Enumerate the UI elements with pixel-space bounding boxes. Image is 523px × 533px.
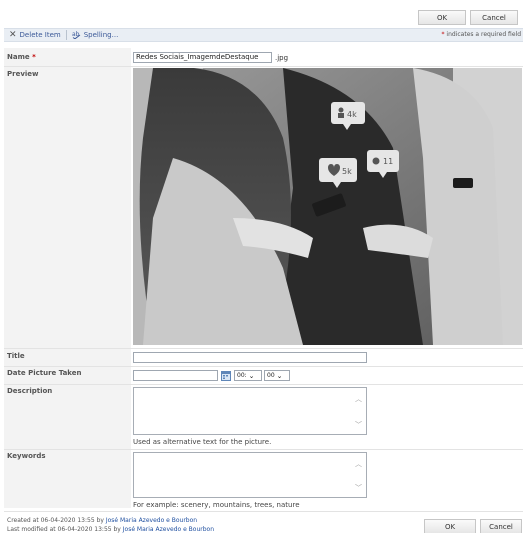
svg-text:ab: ab	[72, 31, 80, 38]
divider	[4, 384, 523, 385]
description-textarea[interactable]: ︿ ﹀	[133, 387, 367, 435]
keywords-hint: For example: scenery, mountains, trees, …	[133, 501, 300, 509]
preview-image: 4k 5k 11	[133, 68, 522, 345]
spelling-label: Spelling...	[83, 31, 119, 39]
scroll-up-icon[interactable]: ︿	[355, 459, 362, 469]
chevron-down-icon: ⌄	[248, 371, 255, 380]
cancel-button-bottom[interactable]: Cancel	[480, 519, 522, 533]
spellcheck-icon: ab	[72, 30, 81, 41]
divider	[4, 348, 523, 349]
scroll-down-icon[interactable]: ﹀	[355, 420, 362, 430]
description-label: Description	[7, 387, 53, 395]
divider	[4, 66, 523, 67]
divider	[4, 449, 523, 450]
scroll-up-icon[interactable]: ︿	[355, 394, 362, 404]
svg-text:11: 11	[383, 157, 393, 166]
cancel-button-top[interactable]: Cancel	[470, 10, 518, 25]
modified-by-link[interactable]: José Maria Azevedo e Bourbon	[123, 526, 214, 533]
ok-button-top[interactable]: OK	[418, 10, 466, 25]
delete-item-button[interactable]: ✕ Delete Item	[4, 29, 66, 40]
modified-info: Last modified at 06-04-2020 13:55 by Jos…	[7, 526, 215, 533]
name-input[interactable]: Redes Sociais_ImagemdeDestaque	[133, 52, 272, 63]
name-label: Name *	[7, 53, 36, 61]
svg-text:5k: 5k	[342, 167, 352, 176]
svg-text:4k: 4k	[347, 110, 357, 119]
calendar-icon[interactable]	[221, 370, 231, 381]
ribbon-toolbar: ✕ Delete Item ab Spelling... * indicates…	[4, 28, 523, 42]
file-extension: .jpg	[275, 54, 289, 62]
required-field-note: * indicates a required field	[441, 31, 521, 38]
preview-photo: 4k 5k 11	[133, 68, 522, 345]
ok-button-bottom[interactable]: OK	[424, 519, 476, 533]
date-input[interactable]	[133, 370, 218, 381]
spelling-button[interactable]: ab Spelling...	[67, 30, 124, 41]
delete-item-label: Delete Item	[19, 31, 61, 39]
title-label: Title	[7, 352, 25, 360]
scroll-down-icon[interactable]: ﹀	[355, 483, 362, 493]
date-taken-label: Date Picture Taken	[7, 369, 82, 377]
description-hint: Used as alternative text for the picture…	[133, 438, 272, 446]
divider	[4, 366, 523, 367]
minute-select[interactable]: 00 ⌄	[264, 370, 290, 381]
keywords-textarea[interactable]: ︿ ﹀	[133, 452, 367, 498]
keywords-label: Keywords	[7, 452, 46, 460]
created-by-link[interactable]: José Maria Azevedo e Bourbon	[106, 517, 197, 524]
x-icon: ✕	[9, 29, 17, 40]
chevron-down-icon: ⌄	[276, 371, 283, 380]
divider	[4, 511, 523, 512]
title-input[interactable]	[133, 352, 367, 363]
preview-label: Preview	[7, 70, 39, 78]
created-info: Created at 06-04-2020 13:55 by José Mari…	[7, 517, 198, 524]
hour-select[interactable]: 00: ⌄	[234, 370, 262, 381]
label-column	[4, 48, 131, 508]
